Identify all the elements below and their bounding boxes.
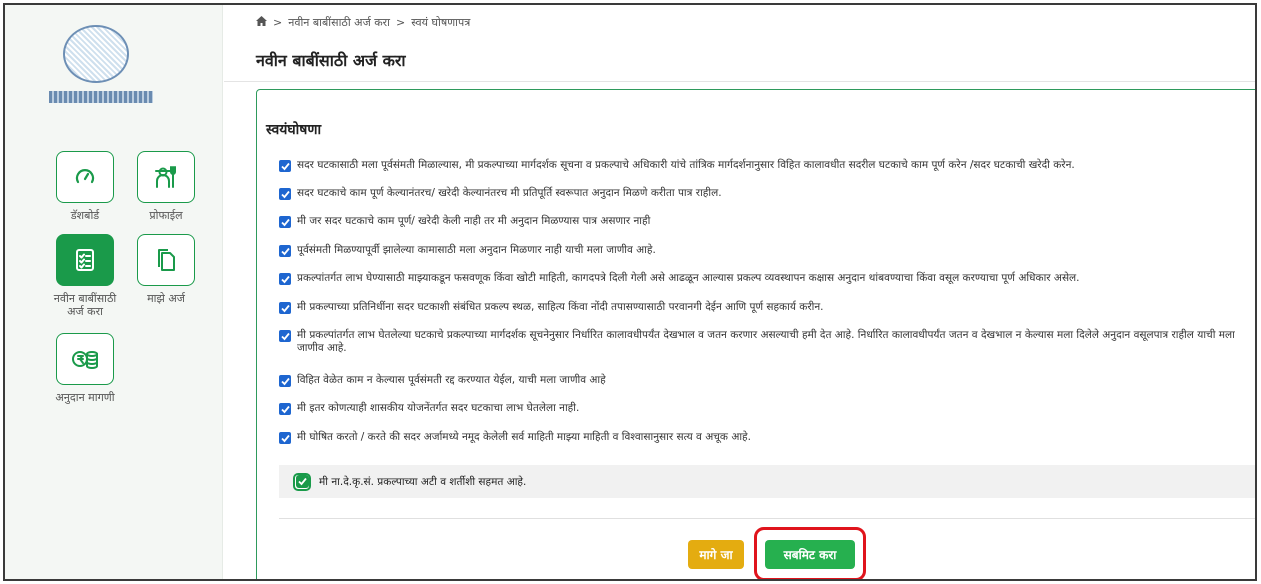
emblem-logo <box>63 25 129 83</box>
breadcrumb-separator: > <box>396 16 406 29</box>
app-window: डॅशबोर्ड प्रोफाईल नवीन बाबींसाठी अर्ज कर… <box>3 3 1257 581</box>
declaration-item[interactable]: पूर्वसंमती मिळण्यापूर्वी झालेल्या कामासा… <box>279 244 1255 257</box>
submit-button[interactable]: सबमिट करा <box>765 540 855 569</box>
checkbox-checked-icon[interactable] <box>279 273 291 285</box>
breadcrumb-item: स्वयं घोषणापत्र <box>411 16 471 29</box>
sidebar-item-label: नवीन बाबींसाठी अर्ज करा <box>53 292 117 318</box>
checkbox-checked-icon[interactable] <box>279 188 291 200</box>
declaration-title: स्वयंघोषणा <box>266 122 322 138</box>
terms-agreement-row[interactable]: मी ना.दे.कृ.सं. प्रकल्पाच्या अटी व शर्ती… <box>279 465 1255 498</box>
breadcrumb: > नवीन बाबींसाठी अर्ज करा > स्वयं घोषणाप… <box>256 15 470 30</box>
checkbox-checked-icon[interactable] <box>279 330 291 342</box>
declaration-item[interactable]: विहित वेळेत काम न केल्यास पूर्वसंमती रद्… <box>279 374 1255 387</box>
declaration-item[interactable]: सदर घटकासाठी मला पूर्वसंमती मिळाल्यास, म… <box>279 159 1255 172</box>
checkbox-checked-icon[interactable] <box>279 160 291 172</box>
checkbox-checked-icon[interactable] <box>279 403 291 415</box>
sidebar-item-subsidy-demand[interactable]: अनुदान मागणी <box>45 333 125 404</box>
sidebar-item-label: अनुदान मागणी <box>55 391 115 404</box>
declaration-text: प्रकल्पांतर्गत लाभ घेण्यासाठी माझ्याकडून… <box>297 272 1080 284</box>
declaration-text: विहित वेळेत काम न केल्यास पूर्वसंमती रद्… <box>297 374 606 386</box>
declaration-item[interactable]: मी घोषित करतो / करते की सदर अर्जामध्ये न… <box>279 431 1255 444</box>
gauge-icon <box>56 151 114 203</box>
declaration-text: मी प्रकल्पाच्या प्रतिनिधींना सदर घटकाशी … <box>297 301 824 313</box>
declaration-item[interactable]: सदर घटकाचे काम पूर्ण केल्यानंतरच/ खरेदी … <box>279 187 1255 200</box>
declaration-text: सदर घटकासाठी मला पूर्वसंमती मिळाल्यास, म… <box>297 159 1075 171</box>
sidebar-item-my-applications[interactable]: माझे अर्ज <box>126 234 206 305</box>
declaration-card: स्वयंघोषणा सदर घटकासाठी मला पूर्वसंमती म… <box>256 89 1255 579</box>
sidebar-item-label: माझे अर्ज <box>147 292 185 305</box>
sidebar-item-label: डॅशबोर्ड <box>70 209 100 222</box>
declaration-item[interactable]: मी प्रकल्पाच्या प्रतिनिधींना सदर घटकाशी … <box>279 301 1255 314</box>
declaration-text: सदर घटकाचे काम पूर्ण केल्यानंतरच/ खरेदी … <box>297 187 722 199</box>
declaration-text: मी इतर कोणत्याही शासकीय योजनेंतर्गत सदर … <box>297 402 580 414</box>
declaration-item[interactable]: मी इतर कोणत्याही शासकीय योजनेंतर्गत सदर … <box>279 402 1255 415</box>
main-content: > नवीन बाबींसाठी अर्ज करा > स्वयं घोषणाप… <box>224 5 1255 579</box>
declaration-text: पूर्वसंमती मिळण्यापूर्वी झालेल्या कामासा… <box>297 244 656 256</box>
sidebar-item-profile[interactable]: प्रोफाईल <box>126 151 206 222</box>
declaration-item[interactable]: मी प्रकल्पांतर्गत लाभ घेतलेल्या घटकाचे प… <box>279 329 1255 355</box>
checkbox-checked-icon <box>295 475 309 488</box>
divider <box>279 518 1255 519</box>
back-button[interactable]: मागे जा <box>688 540 744 569</box>
logo-caption <box>49 91 153 103</box>
declaration-text: मी प्रकल्पांतर्गत लाभ घेतलेल्या घटकाचे प… <box>297 329 1235 354</box>
documents-icon <box>137 234 195 286</box>
sidebar-item-new-application[interactable]: नवीन बाबींसाठी अर्ज करा <box>45 234 125 318</box>
farmer-icon <box>137 151 195 203</box>
sidebar-item-dashboard[interactable]: डॅशबोर्ड <box>45 151 125 222</box>
checkbox-checked-icon[interactable] <box>279 302 291 314</box>
home-icon[interactable] <box>256 16 267 29</box>
checkbox-checked-icon[interactable] <box>279 245 291 257</box>
checklist-icon <box>56 234 114 286</box>
terms-label: मी ना.दे.कृ.सं. प्रकल्पाच्या अटी व शर्ती… <box>319 475 527 488</box>
sidebar: डॅशबोर्ड प्रोफाईल नवीन बाबींसाठी अर्ज कर… <box>5 5 223 579</box>
breadcrumb-item[interactable]: नवीन बाबींसाठी अर्ज करा <box>288 15 390 30</box>
page-title: नवीन बाबींसाठी अर्ज करा <box>256 51 406 70</box>
terms-checkbox[interactable] <box>293 472 311 491</box>
checkbox-checked-icon[interactable] <box>279 216 291 228</box>
checkbox-checked-icon[interactable] <box>279 375 291 387</box>
declaration-text: मी घोषित करतो / करते की सदर अर्जामध्ये न… <box>297 431 751 443</box>
sidebar-item-label: प्रोफाईल <box>149 209 183 222</box>
declaration-item[interactable]: प्रकल्पांतर्गत लाभ घेण्यासाठी माझ्याकडून… <box>279 272 1255 285</box>
declaration-item[interactable]: मी जर सदर घटकाचे काम पूर्ण/ खरेदी केली न… <box>279 215 1255 228</box>
declaration-text: मी जर सदर घटकाचे काम पूर्ण/ खरेदी केली न… <box>297 215 651 227</box>
checkbox-checked-icon[interactable] <box>279 432 291 444</box>
divider <box>224 81 1255 82</box>
breadcrumb-separator: > <box>273 16 283 29</box>
money-coins-icon <box>56 333 114 385</box>
